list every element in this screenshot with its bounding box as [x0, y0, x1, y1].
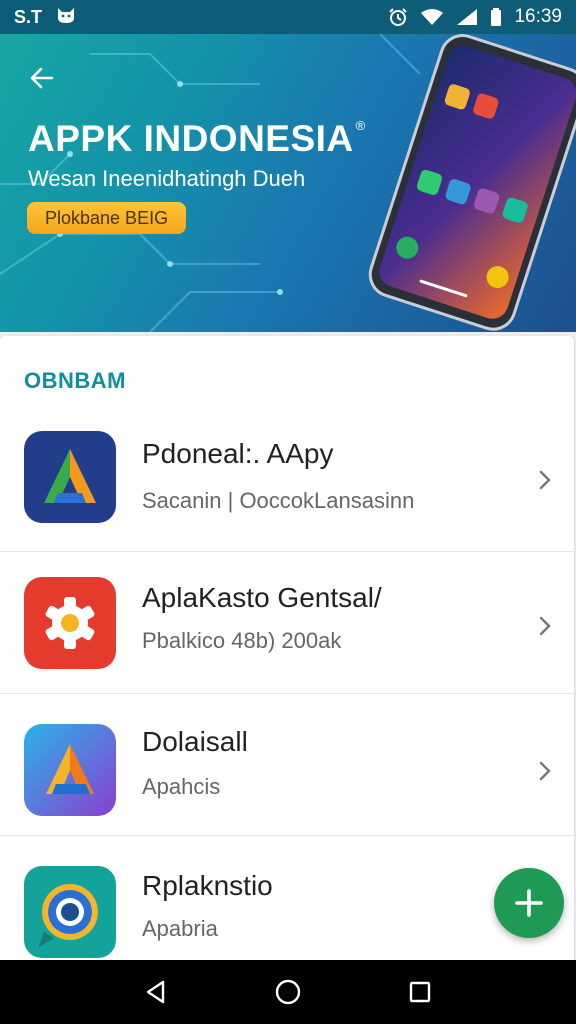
nav-recents-button[interactable]: [400, 972, 440, 1012]
carrier-label: S.T: [14, 6, 43, 27]
ring-chat-icon: [24, 866, 116, 958]
list-item[interactable]: Rplaknstio Apabria: [0, 836, 574, 960]
back-button[interactable]: [22, 58, 62, 98]
list-item[interactable]: Pdoneal:. AApy Sacanin | OoccokLansasinn: [0, 410, 574, 552]
banner-title-text: APPK INDONESIA: [28, 118, 354, 159]
app-subtitle: Pbalkico 48b) 200ak: [142, 628, 342, 653]
nav-back-button[interactable]: [136, 972, 176, 1012]
app-list-card: OBNBAM Pdoneal:. AApy Sacanin | OoccokLa…: [0, 336, 574, 960]
app-subtitle: Sacanin | OoccokLansasinn: [142, 488, 415, 513]
square-recents-icon: [409, 981, 431, 1003]
list-item[interactable]: AplaKasto Gentsal/ Pbalkico 48b) 200ak: [0, 552, 574, 694]
signal-icon: [456, 8, 478, 26]
banner-subtitle: Wesan Ineenidhatingh Dueh: [28, 166, 306, 191]
drive-like-a-icon: [24, 431, 116, 523]
add-fab-button[interactable]: [494, 868, 564, 938]
triangle-a-icon: [24, 724, 116, 816]
app-name: AplaKasto Gentsal/: [142, 582, 382, 613]
nav-home-button[interactable]: [268, 972, 308, 1012]
app-name: Pdoneal:. AApy: [142, 438, 334, 469]
gear-icon: [24, 577, 116, 669]
app-name: Rplaknstio: [142, 870, 273, 901]
hero-banner: APPK INDONESIA ® Wesan Ineenidhatingh Due…: [0, 34, 576, 332]
app-subtitle: Apabria: [142, 916, 218, 941]
chevron-right-icon: [539, 616, 551, 636]
plus-icon: [515, 889, 543, 917]
app-name: Dolaisall: [142, 726, 248, 757]
arrow-left-icon: [30, 67, 54, 89]
status-bar: S.T 16:39: [0, 0, 576, 34]
app-subtitle: Apahcis: [142, 774, 221, 799]
notification-cat-icon: [56, 6, 76, 29]
circle-home-icon: [275, 979, 301, 1005]
list-item[interactable]: Dolaisall Apahcis: [0, 694, 574, 836]
clock: 16:39: [514, 6, 562, 27]
triangle-back-icon: [146, 980, 165, 1004]
banner-badge-button[interactable]: Plokbane BEIG: [27, 202, 187, 234]
phone-illustration: [368, 34, 576, 331]
chevron-right-icon: [539, 761, 551, 781]
chevron-right-icon: [539, 470, 551, 490]
battery-icon: [490, 8, 502, 26]
system-nav-bar: [0, 960, 576, 1024]
banner-title: APPK INDONESIA ®: [28, 118, 366, 160]
wifi-icon: [420, 8, 444, 26]
alarm-icon: [388, 7, 408, 27]
section-title: OBNBAM: [24, 368, 126, 393]
